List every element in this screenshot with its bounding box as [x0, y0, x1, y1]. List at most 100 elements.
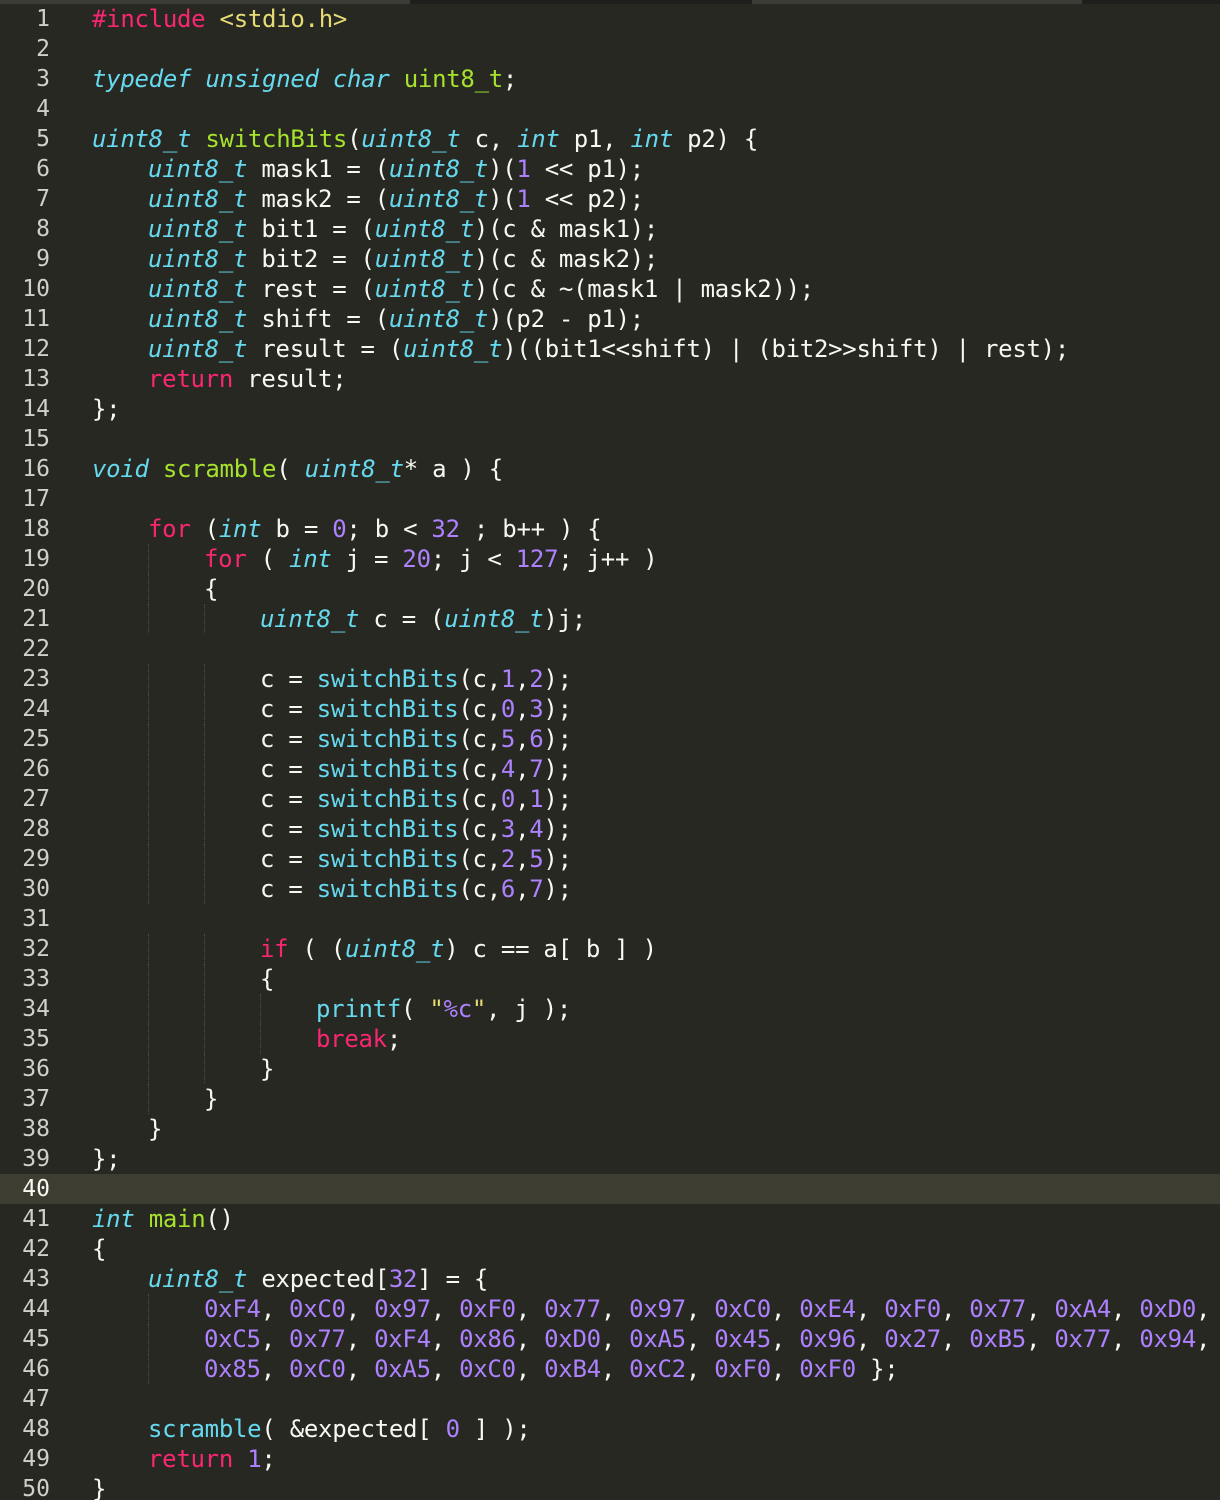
indent-guide — [148, 544, 149, 574]
token-type: uint8_t — [403, 335, 503, 363]
token-plain: , — [600, 1325, 630, 1353]
code-line[interactable]: 36} — [0, 1054, 1220, 1084]
code-line[interactable]: 28 c = switchBits(c,3,4); — [0, 814, 1220, 844]
indent-guide — [148, 814, 149, 844]
token-plain: , — [855, 1325, 885, 1353]
code-line[interactable]: 49 return 1; — [0, 1444, 1220, 1474]
indent-guide — [204, 844, 205, 874]
code-line[interactable]: 31 — [0, 904, 1220, 934]
code-line[interactable]: 25 c = switchBits(c,5,6); — [0, 724, 1220, 754]
line-number: 23 — [22, 666, 50, 692]
code-line[interactable]: 24 c = switchBits(c,0,3); — [0, 694, 1220, 724]
code-line[interactable]: 4 — [0, 94, 1220, 124]
token-num: 2 — [500, 845, 516, 873]
code-line[interactable]: 6 uint8_t mask1 = (uint8_t)(1 << p1); — [0, 154, 1220, 184]
code-line[interactable]: 41 int main() — [0, 1204, 1220, 1234]
code-editor[interactable]: 1 #include <stdio.h> 2 3 typedef unsigned ch… — [0, 0, 1220, 1500]
code-line[interactable]: 8 uint8_t bit1 = (uint8_t)(c & mask1); — [0, 214, 1220, 244]
token-plain: ; b < — [346, 515, 432, 543]
indent-guide — [148, 844, 149, 874]
line-number: 41 — [22, 1206, 50, 1232]
code-line[interactable]: 46 0x85, 0xC0, 0xA5, 0xC0, 0xB4, 0xC2, 0x… — [0, 1354, 1220, 1384]
code-line[interactable]: 19 for ( int j = 20; j < 127; j++ ) — [0, 544, 1220, 574]
code-area[interactable]: 1 #include <stdio.h> 2 3 typedef unsigned ch… — [0, 4, 1220, 1500]
code-line[interactable]: 35 break; — [0, 1024, 1220, 1054]
line-number: 44 — [22, 1296, 50, 1322]
token-plain: , — [345, 1325, 375, 1353]
line-number: 48 — [22, 1416, 50, 1442]
token-plain: , — [515, 1295, 545, 1323]
token-type: uint8_t — [148, 1265, 248, 1293]
code-line[interactable]: 21 uint8_t c = (uint8_t)j; — [0, 604, 1220, 634]
token-call: switchBits — [316, 845, 459, 873]
line-number: 12 — [22, 336, 50, 362]
token-plain: , — [940, 1295, 970, 1323]
line-number: 4 — [36, 96, 50, 122]
token-type: uint8_t — [148, 335, 248, 363]
token-type: uint8_t — [388, 155, 489, 183]
code-line[interactable]: 48 scramble( &expected[ 0 ] ); — [0, 1414, 1220, 1444]
code-line[interactable]: 2 — [0, 34, 1220, 64]
token-type: void — [92, 455, 149, 483]
code-line[interactable]: 47 — [0, 1384, 1220, 1414]
line-number: 37 — [22, 1086, 50, 1112]
code-line[interactable]: 20 { — [0, 574, 1220, 604]
token-plain: )( — [488, 185, 517, 213]
token-plain: { — [92, 1235, 107, 1263]
code-line[interactable]: 45 0xC5, 0x77, 0xF4, 0x86, 0xD0, 0xA5, 0x… — [0, 1324, 1220, 1354]
token-plain: { — [260, 965, 275, 993]
code-line[interactable]: 32 if ( (uint8_t) c == a[ b ] ) — [0, 934, 1220, 964]
code-line[interactable]: 17 — [0, 484, 1220, 514]
code-line[interactable]: 11 uint8_t shift = (uint8_t)(p2 - p1); — [0, 304, 1220, 334]
code-line[interactable]: 34 printf( "%c", j ); — [0, 994, 1220, 1024]
token-plain: ); — [543, 845, 572, 873]
token-plain: c = — [260, 755, 317, 783]
code-line[interactable]: 50} — [0, 1474, 1220, 1500]
code-line[interactable]: 26 c = switchBits(c,4,7); — [0, 754, 1220, 784]
code-line[interactable]: 14}; — [0, 394, 1220, 424]
code-line[interactable]: 29 c = switchBits(c,2,5); — [0, 844, 1220, 874]
code-line[interactable]: 27 c = switchBits(c,0,1); — [0, 784, 1220, 814]
token-num: 0xF4 — [204, 1295, 261, 1323]
code-line[interactable]: 37} — [0, 1084, 1220, 1114]
code-line[interactable]: 38} — [0, 1114, 1220, 1144]
code-line[interactable]: 42 { — [0, 1234, 1220, 1264]
code-line[interactable]: 22 — [0, 634, 1220, 664]
code-text: uint8_t switchBits(uint8_t c, int p1, in… — [92, 124, 758, 154]
code-line[interactable]: 44 0xF4, 0xC0, 0x97, 0xF0, 0x77, 0x97, 0x… — [0, 1294, 1220, 1324]
token-plain: (c, — [458, 665, 501, 693]
code-line[interactable]: 3 typedef unsigned char uint8_t; — [0, 64, 1220, 94]
token-plain: }; — [92, 395, 121, 423]
code-text: return 1; — [148, 1444, 276, 1474]
indent-guide — [204, 874, 205, 904]
token-type: int — [92, 1205, 135, 1233]
token-plain: } — [148, 1115, 163, 1143]
token-plain: , — [685, 1295, 715, 1323]
code-line[interactable]: 7 uint8_t mask2 = (uint8_t)(1 << p2); — [0, 184, 1220, 214]
code-line[interactable]: 10 uint8_t rest = (uint8_t)(c & ~(mask1 |… — [0, 274, 1220, 304]
line-number: 33 — [22, 966, 50, 992]
token-num: 7 — [529, 755, 544, 783]
token-plain: , — [345, 1295, 375, 1323]
code-line[interactable]: 33 { — [0, 964, 1220, 994]
token-num: 5 — [529, 845, 544, 873]
code-line[interactable]: 23 c = switchBits(c,1,2); — [0, 664, 1220, 694]
code-line[interactable]: 43 uint8_t expected[32] = { — [0, 1264, 1220, 1294]
code-line[interactable]: 1 #include <stdio.h> — [0, 4, 1220, 34]
code-line[interactable]: 18 for (int b = 0; b < 32 ; b++ ) { — [0, 514, 1220, 544]
code-line[interactable]: 12 uint8_t result = (uint8_t)((bit1<<shif… — [0, 334, 1220, 364]
code-line[interactable]: 9 uint8_t bit2 = (uint8_t)(c & mask2); — [0, 244, 1220, 274]
code-line[interactable]: 13 return result; — [0, 364, 1220, 394]
code-line[interactable]: 5 uint8_t switchBits(uint8_t c, int p1, i… — [0, 124, 1220, 154]
code-line[interactable]: 40 — [0, 1174, 1220, 1204]
code-line[interactable]: 16 void scramble( uint8_t* a ) { — [0, 454, 1220, 484]
code-line[interactable]: 30 c = switchBits(c,6,7); — [0, 874, 1220, 904]
line-number: 28 — [22, 816, 50, 842]
code-line[interactable]: 39}; — [0, 1144, 1220, 1174]
token-kw: #include — [92, 5, 206, 33]
token-plain: ; — [502, 65, 518, 93]
line-number: 3 — [36, 66, 50, 92]
token-num: 1 — [529, 785, 544, 813]
code-line[interactable]: 15 — [0, 424, 1220, 454]
token-plain: , — [515, 695, 530, 723]
